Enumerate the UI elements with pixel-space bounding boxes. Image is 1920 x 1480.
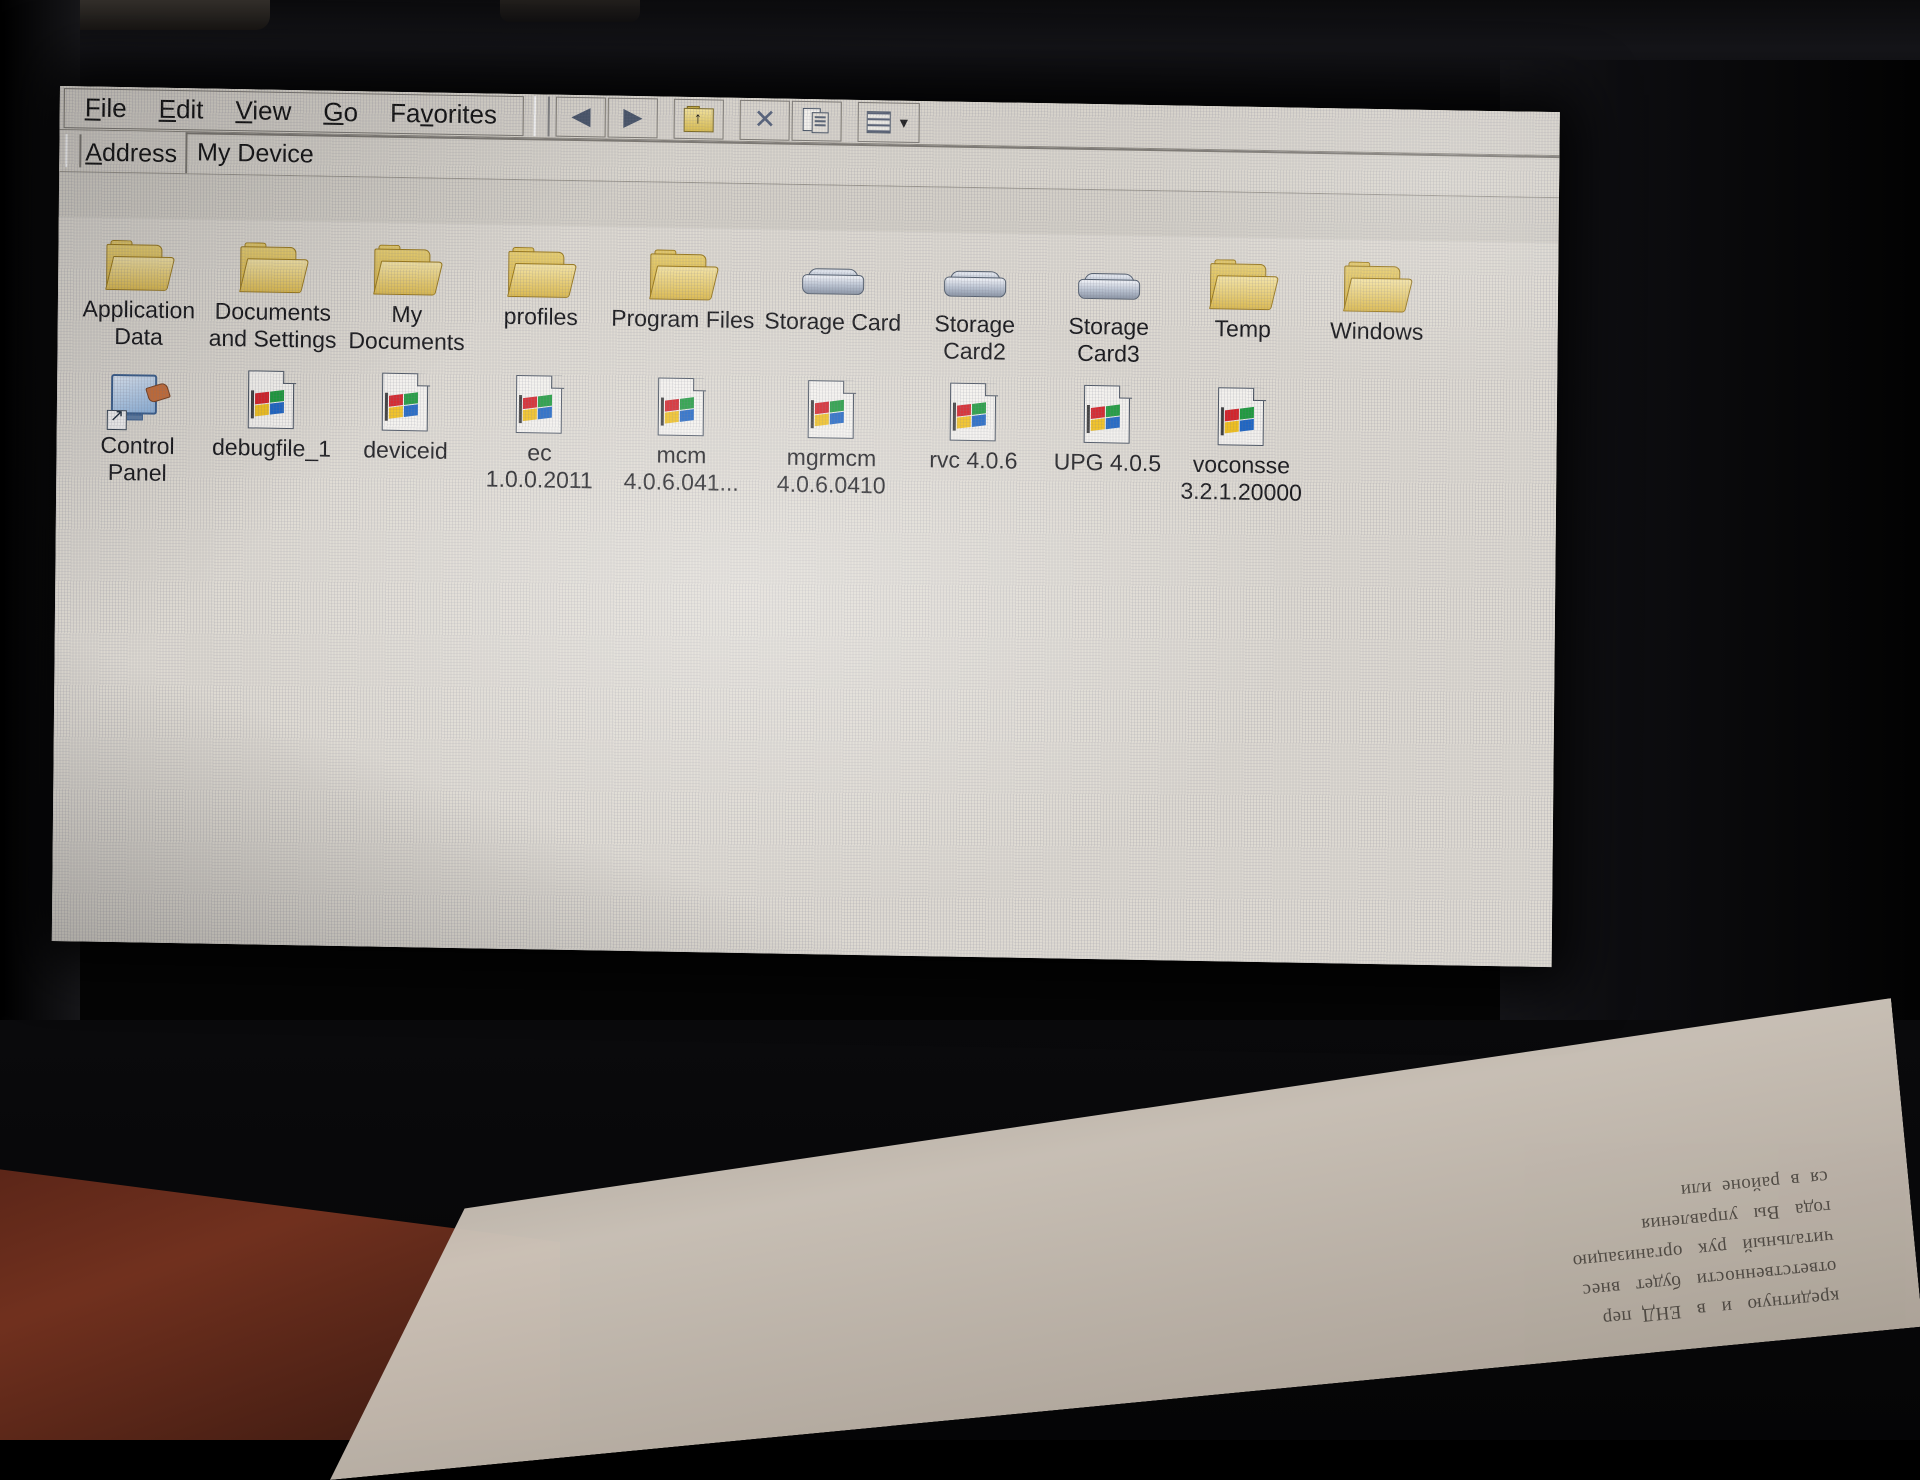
windows-file-icon [1084,381,1133,446]
list-item-label: voconsse 3.2.1.20000 [1180,451,1302,507]
windows-file-icon [658,373,707,438]
toolbar-edit: ✕ [740,99,844,141]
list-item-label: Control Panel [100,432,175,487]
menu-item-edit[interactable]: Edit [143,91,220,127]
folder-icon [508,235,575,300]
folder-icon [240,230,307,295]
up-one-level-button[interactable]: ↑ [674,98,724,139]
removable-disk-icon [942,242,1009,307]
menu-item-file-label: ile [101,93,127,123]
list-item-label: Storage Card3 [1068,313,1149,368]
windows-file-icon [516,371,565,436]
list-item[interactable]: ec 1.0.0.2011 [472,366,607,494]
list-item[interactable]: debugfile_1 [204,362,339,463]
list-item[interactable]: Documents and Settings [205,226,340,354]
list-item-label: Temp [1214,315,1271,343]
list-item[interactable]: rvc 4.0.6 [906,374,1041,475]
forward-icon: ▶ [623,105,642,130]
menu-group: File Edit View Go Favorites [64,88,525,136]
list-item[interactable]: mcm 4.0.6.041... [606,369,757,498]
list-item[interactable]: profiles [474,230,609,331]
list-item[interactable]: Storage Card2 [907,238,1042,366]
windows-file-icon [808,376,857,441]
menu-item-favorites-label: orites [433,99,497,130]
list-view-icon [867,111,891,133]
views-button[interactable]: ▼ [858,101,920,142]
list-item[interactable]: Application Data [71,223,206,351]
back-icon: ◀ [571,104,590,129]
menu-item-view-label: iew [252,95,291,126]
list-item[interactable]: UPG 4.0.5 [1040,376,1175,477]
folder-icon [106,228,173,293]
list-item-label: Program Files [611,305,754,334]
properties-button[interactable] [792,100,842,141]
menu-item-go-label: o [343,97,358,127]
device-bezel-right [1500,60,1920,1100]
chevron-down-icon: ▼ [897,114,911,130]
list-item[interactable]: Storage Card [758,235,909,337]
menu-item-view[interactable]: View [219,93,307,130]
list-item-label: deviceid [363,436,448,464]
windows-file-icon [382,369,431,434]
menu-item-file[interactable]: File [69,90,143,126]
windows-file-icon [950,379,999,444]
toolbar-actions: ↑ [674,98,726,139]
windows-file-icon [248,366,297,431]
up-folder-icon: ↑ [684,105,714,132]
icon-row-files: Control Panel debugfile_1 [70,359,1557,511]
forward-button[interactable]: ▶ [608,97,658,138]
list-item-label: UPG 4.0.5 [1054,448,1162,477]
removable-disk-icon [1076,245,1143,310]
address-bar-grip[interactable] [65,134,81,167]
list-item[interactable]: Temp [1176,243,1311,344]
device-screen: File Edit View Go Favorites ◀ ▶ [52,86,1560,967]
list-item[interactable]: voconsse 3.2.1.20000 [1174,378,1309,506]
icon-row-folders: Application Data Documents and Settings … [71,223,1558,375]
removable-disk-icon [800,240,867,305]
list-item[interactable]: mgrmcm 4.0.6.0410 [756,371,907,500]
list-item-label: profiles [504,303,578,331]
toolbar-views: ▼ [858,101,922,142]
control-panel-icon [109,364,168,429]
folder-icon [374,233,441,298]
list-item-label: mcm 4.0.6.041... [624,441,740,497]
list-item-label: Application Data [82,295,195,351]
background-object-right [500,0,640,22]
list-item-label: rvc 4.0.6 [929,446,1017,475]
list-item-label: debugfile_1 [212,434,331,463]
address-label: Address [85,134,185,169]
list-item-label: Storage Card [764,307,901,336]
file-list-pane[interactable]: Application Data Documents and Settings … [52,217,1559,967]
menu-item-go[interactable]: Go [307,94,374,130]
photograph-background: кредитную и в ЕНД пер ответственности бу… [0,0,1920,1440]
folder-icon [1344,249,1411,314]
list-item-label: My Documents [348,300,465,356]
folder-icon [650,237,717,302]
delete-button[interactable]: ✕ [740,99,790,140]
list-item-label: Windows [1330,317,1424,346]
back-button[interactable]: ◀ [556,96,606,137]
folder-icon [1210,247,1277,312]
list-item[interactable]: Windows [1310,245,1445,346]
properties-icon [803,107,831,133]
close-icon: ✕ [754,106,777,133]
windows-file-icon [1218,383,1267,448]
list-item[interactable]: Control Panel [70,359,205,487]
toolbar-grip[interactable] [534,96,550,136]
toolbar: ◀ ▶ [556,96,660,138]
list-item[interactable]: Storage Card3 [1041,240,1176,368]
list-item[interactable]: My Documents [339,228,474,356]
list-item-label: mgrmcm 4.0.6.0410 [777,444,886,500]
list-item-label: ec 1.0.0.2011 [486,438,594,494]
list-item[interactable]: Program Files [608,233,759,335]
menu-item-edit-label: dit [176,94,204,124]
list-item-label: Documents and Settings [209,298,337,354]
list-item-label: Storage Card2 [934,310,1015,365]
menu-item-favorites[interactable]: Favorites [374,95,513,132]
list-item[interactable]: deviceid [338,364,473,465]
